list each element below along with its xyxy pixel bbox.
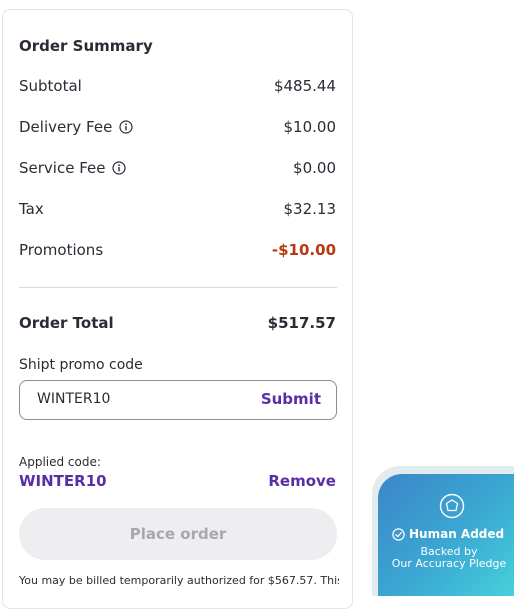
subtotal-label: Subtotal	[19, 77, 82, 95]
promotions-value: -$10.00	[271, 241, 336, 259]
order-total-label: Order Total	[19, 314, 114, 332]
info-icon[interactable]	[119, 120, 133, 134]
badge-title: Human Added	[392, 527, 504, 541]
accuracy-pledge-badge[interactable]: Human Added Backed by Our Accuracy Pledg…	[372, 466, 514, 596]
service-fee-label: Service Fee	[19, 159, 127, 177]
promotions-label: Promotions	[19, 241, 104, 259]
remove-code-button[interactable]: Remove	[268, 472, 336, 490]
shield-icon	[439, 493, 465, 519]
delivery-fee-value: $10.00	[283, 118, 337, 136]
tax-label: Tax	[19, 200, 44, 218]
submit-promo-button[interactable]: Submit	[261, 390, 321, 408]
divider	[19, 287, 337, 288]
promo-code-label: Shipt promo code	[19, 357, 143, 373]
tax-value: $32.13	[283, 200, 337, 218]
applied-code-value: WINTER10	[19, 472, 107, 490]
badge-subtitle: Backed by Our Accuracy Pledge	[391, 545, 507, 570]
info-icon[interactable]	[112, 161, 127, 175]
applied-code-label: Applied code:	[19, 455, 101, 469]
promo-code-field: Submit	[19, 380, 337, 420]
subtotal-value: $485.44	[273, 77, 336, 95]
service-fee-value: $0.00	[293, 159, 336, 177]
order-total-value: $517.57	[267, 314, 336, 332]
place-order-button[interactable]: Place order	[19, 508, 337, 560]
check-circle-icon	[392, 527, 405, 541]
order-summary-title: Order Summary	[19, 37, 153, 55]
delivery-fee-label: Delivery Fee	[19, 118, 133, 136]
badge-background: Human Added Backed by Our Accuracy Pledg…	[378, 474, 514, 596]
promo-code-input[interactable]	[35, 390, 239, 408]
